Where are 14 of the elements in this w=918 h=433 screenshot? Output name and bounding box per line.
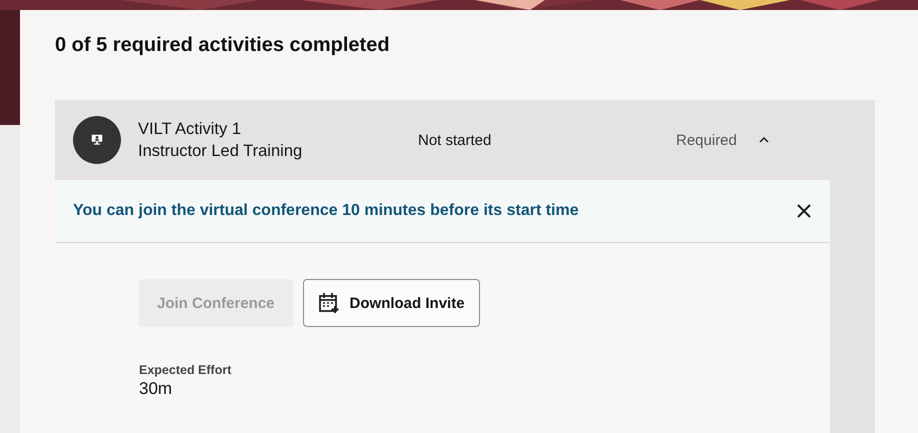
activity-status: Not started: [418, 132, 492, 148]
calendar-icon: [318, 292, 340, 314]
detail-value: 30m: [139, 379, 174, 399]
chevron-icon[interactable]: [758, 137, 769, 143]
monitor-icon: [73, 116, 121, 164]
activity-type: Instructor Led Training: [138, 141, 304, 162]
activity-header[interactable]: VILT Activity 1 Instructor Led Training Not started Required: [55, 100, 875, 180]
close-icon[interactable]: [796, 203, 812, 219]
download-button[interactable]: Download Invite: [302, 279, 480, 327]
notice-message: You can join the virtual conference 10 minutes before its start time: [73, 202, 579, 220]
detail-label: Expected Effort: [139, 363, 232, 377]
requirement-label: Required: [676, 132, 737, 148]
activity-title: VILT Activity 1: [138, 119, 242, 140]
progress-heading: 0 of 5 required activities completed: [55, 34, 391, 58]
